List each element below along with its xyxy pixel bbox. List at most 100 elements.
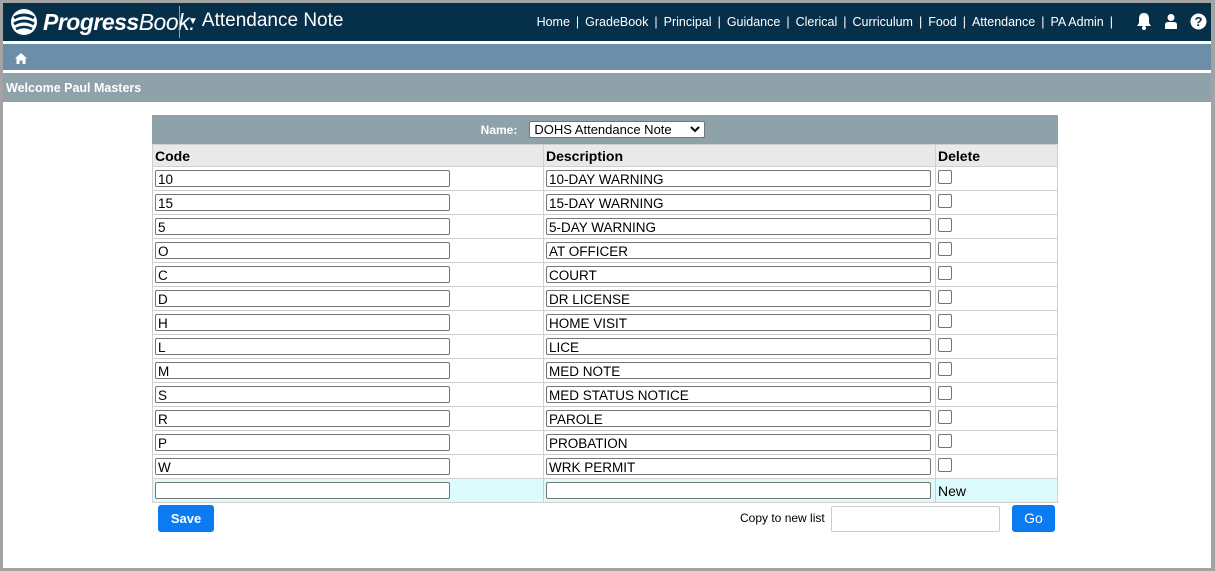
description-input[interactable]: 15-DAY WARNING	[546, 194, 931, 211]
user-icon[interactable]	[1164, 13, 1178, 34]
code-cell: M	[152, 358, 544, 383]
new-row: New	[152, 478, 1058, 503]
code-input[interactable]: C	[155, 266, 450, 283]
new-label-cell: New	[935, 478, 1058, 503]
logo-text: ProgressBook.	[43, 8, 196, 35]
delete-checkbox[interactable]	[938, 337, 952, 352]
delete-checkbox[interactable]	[938, 385, 952, 400]
new-description-input[interactable]	[546, 482, 931, 499]
delete-checkbox[interactable]	[938, 361, 952, 376]
code-input[interactable]: 5	[155, 218, 450, 235]
breadcrumb	[3, 44, 1211, 70]
copy-to-new-list-input[interactable]	[831, 506, 1000, 532]
code-cell: 5	[152, 214, 544, 239]
code-input[interactable]: W	[155, 458, 450, 475]
delete-checkbox[interactable]	[938, 241, 952, 256]
description-input[interactable]: COURT	[546, 266, 931, 283]
delete-checkbox[interactable]	[938, 433, 952, 448]
description-cell: COURT	[543, 262, 936, 287]
code-input[interactable]: R	[155, 410, 450, 427]
code-input[interactable]: L	[155, 338, 450, 355]
delete-checkbox[interactable]	[938, 409, 952, 424]
save-button[interactable]: Save	[158, 505, 214, 532]
description-input[interactable]: WRK PERMIT	[546, 458, 931, 475]
table-row: 5 5-DAY WARNING	[152, 214, 1058, 239]
app-menu[interactable]: ▼ Attendance Note	[188, 10, 343, 32]
code-cell: C	[152, 262, 544, 287]
table-header-row: Code Description Delete	[152, 144, 1058, 167]
svg-text:?: ?	[1195, 14, 1203, 29]
column-header-delete: Delete	[935, 144, 1058, 167]
nav-link-clerical[interactable]: Clerical	[796, 15, 838, 29]
delete-checkbox[interactable]	[938, 169, 952, 184]
delete-checkbox[interactable]	[938, 265, 952, 280]
description-input[interactable]: DR LICENSE	[546, 290, 931, 307]
column-header-description: Description	[543, 144, 936, 167]
description-cell: LICE	[543, 334, 936, 359]
delete-checkbox[interactable]	[938, 217, 952, 232]
code-input[interactable]: P	[155, 434, 450, 451]
code-cell: O	[152, 238, 544, 263]
code-cell: R	[152, 406, 544, 431]
table-row: L LICE	[152, 334, 1058, 359]
table-row: M MED NOTE	[152, 358, 1058, 383]
nav-link-gradebook[interactable]: GradeBook	[585, 15, 648, 29]
code-input[interactable]: O	[155, 242, 450, 259]
description-input[interactable]: HOME VISIT	[546, 314, 931, 331]
description-input[interactable]: 5-DAY WARNING	[546, 218, 931, 235]
description-input[interactable]: PROBATION	[546, 434, 931, 451]
nav-link-principal[interactable]: Principal	[664, 15, 712, 29]
column-header-code: Code	[152, 144, 544, 167]
description-input[interactable]: PAROLE	[546, 410, 931, 427]
progressbook-logo[interactable]: ProgressBook.	[9, 7, 196, 37]
new-code-cell	[152, 478, 544, 503]
description-cell: 5-DAY WARNING	[543, 214, 936, 239]
description-cell: WRK PERMIT	[543, 454, 936, 479]
code-cell: L	[152, 334, 544, 359]
delete-checkbox[interactable]	[938, 457, 952, 472]
bell-icon[interactable]	[1136, 12, 1152, 35]
description-input[interactable]: MED NOTE	[546, 362, 931, 379]
table-row: 10 10-DAY WARNING	[152, 166, 1058, 191]
description-cell: PROBATION	[543, 430, 936, 455]
nav-link-curriculum[interactable]: Curriculum	[853, 15, 913, 29]
delete-checkbox[interactable]	[938, 193, 952, 208]
nav-separator: |	[843, 15, 847, 29]
code-cell: S	[152, 382, 544, 407]
nav-link-home[interactable]: Home	[537, 15, 570, 29]
description-input[interactable]: AT OFFICER	[546, 242, 931, 259]
nav-link-attendance[interactable]: Attendance	[972, 15, 1035, 29]
description-cell: MED STATUS NOTICE	[543, 382, 936, 407]
description-cell: DR LICENSE	[543, 286, 936, 311]
nav-link-guidance[interactable]: Guidance	[727, 15, 781, 29]
delete-checkbox[interactable]	[938, 313, 952, 328]
welcome-message: Welcome Paul Masters	[3, 73, 1211, 102]
description-cell: HOME VISIT	[543, 310, 936, 335]
code-cell: D	[152, 286, 544, 311]
go-button[interactable]: Go	[1012, 505, 1055, 532]
nav-link-food[interactable]: Food	[928, 15, 957, 29]
new-row-label: New	[938, 482, 967, 499]
code-input[interactable]: H	[155, 314, 450, 331]
description-input[interactable]: MED STATUS NOTICE	[546, 386, 931, 403]
code-input[interactable]: D	[155, 290, 450, 307]
delete-cell	[935, 334, 1058, 359]
new-code-input[interactable]	[155, 482, 450, 499]
delete-cell	[935, 262, 1058, 287]
delete-cell	[935, 214, 1058, 239]
name-select[interactable]: DOHS Attendance Note	[529, 121, 706, 138]
description-input[interactable]: LICE	[546, 338, 931, 355]
delete-checkbox[interactable]	[938, 289, 952, 304]
code-input[interactable]: S	[155, 386, 450, 403]
home-icon[interactable]	[15, 51, 27, 69]
nav-separator: |	[918, 15, 923, 29]
code-input[interactable]: M	[155, 362, 450, 379]
table-row: R PAROLE	[152, 406, 1058, 431]
code-input[interactable]: 10	[155, 170, 450, 187]
nav-link-pa-admin[interactable]: PA Admin	[1050, 15, 1103, 29]
description-input[interactable]: 10-DAY WARNING	[546, 170, 931, 187]
help-icon[interactable]: ?	[1190, 13, 1207, 35]
table-row: C COURT	[152, 262, 1058, 287]
code-input[interactable]: 15	[155, 194, 450, 211]
nav-separator: |	[717, 15, 721, 29]
